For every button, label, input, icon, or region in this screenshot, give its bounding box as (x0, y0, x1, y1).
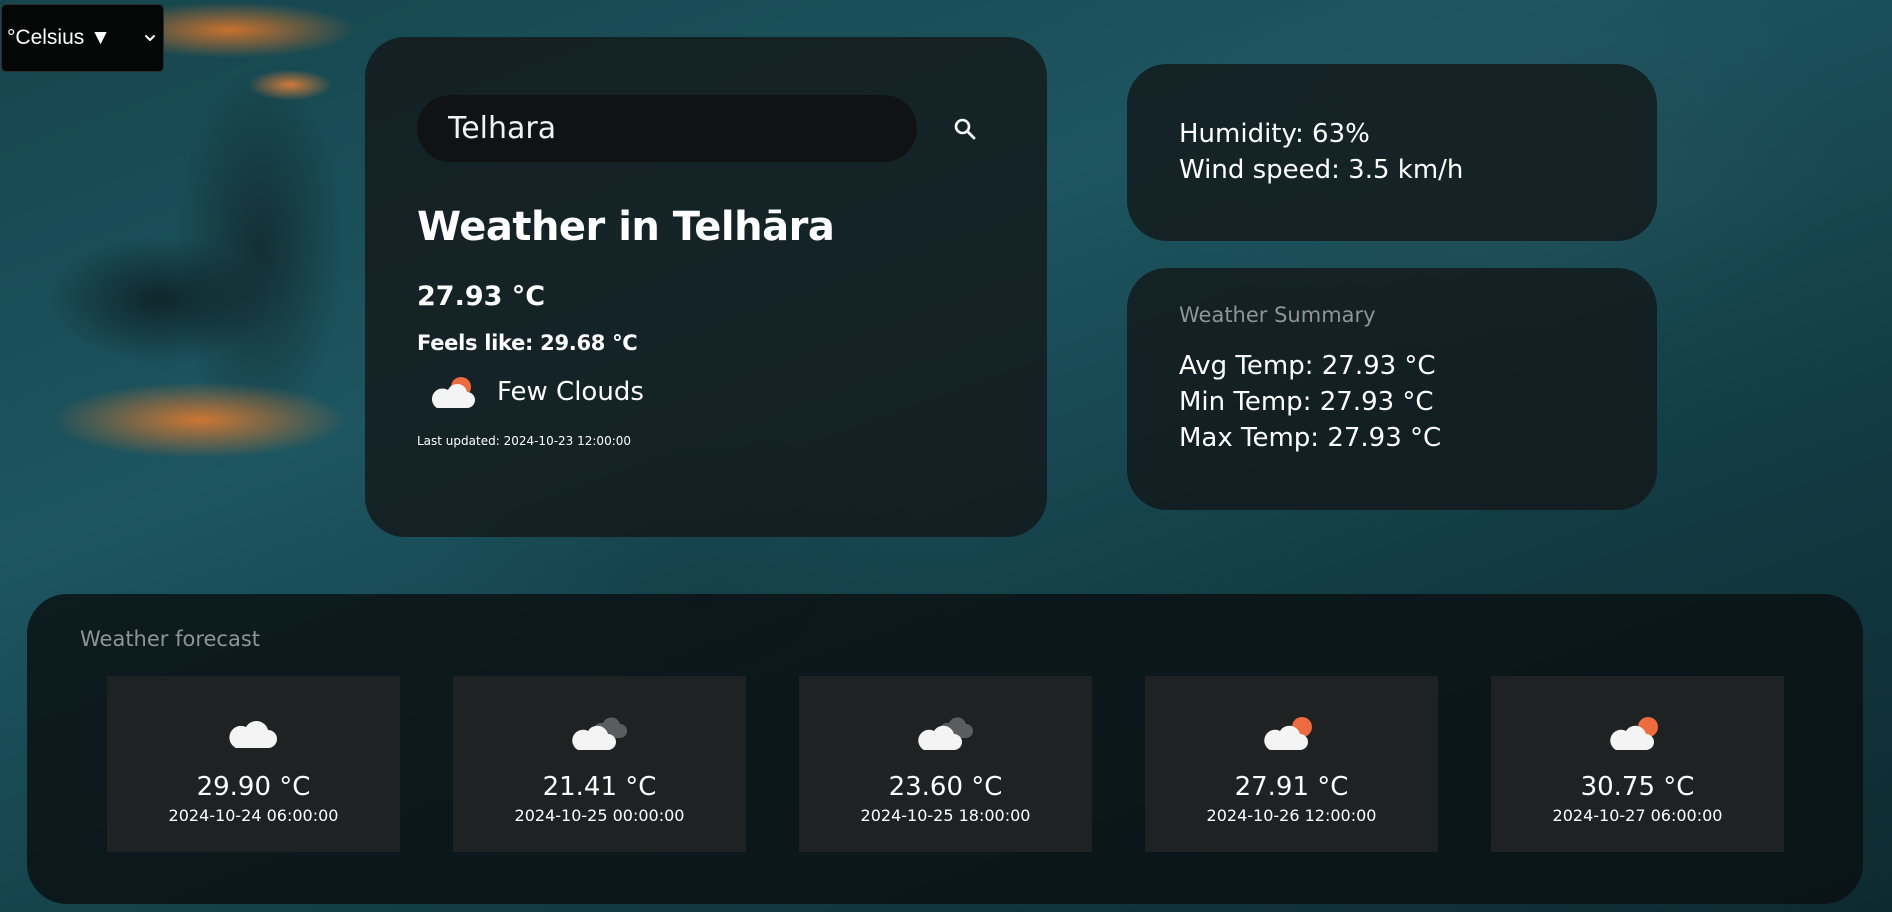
forecast-date: 2024-10-24 06:00:00 (168, 806, 339, 825)
city-search-input[interactable] (417, 95, 917, 162)
forecast-item: 21.41 °C 2024-10-25 00:00:00 (453, 676, 746, 852)
forecast-list: 29.90 °C 2024-10-24 06:00:00 21.41 °C 20… (107, 676, 1784, 852)
broken-clouds-icon (917, 717, 973, 750)
partly-cloudy-day-icon (1609, 717, 1658, 750)
forecast-temp: 29.90 °C (196, 772, 311, 802)
forecast-temp: 21.41 °C (542, 772, 657, 802)
forecast-heading: Weather forecast (80, 627, 261, 651)
weather-summary-card: Weather Summary Avg Temp: 27.93 °C Min T… (1127, 268, 1657, 510)
current-weather-card: Weather in Telhāra 27.93 °C Feels like: … (365, 37, 1047, 537)
condition-text: Few Clouds (497, 377, 644, 407)
forecast-temp: 30.75 °C (1580, 772, 1695, 802)
forecast-date: 2024-10-25 00:00:00 (514, 806, 685, 825)
forecast-temp: 27.91 °C (1234, 772, 1349, 802)
conditions-card: Humidity: 63% Wind speed: 3.5 km/h (1127, 64, 1657, 241)
feels-like: Feels like: 29.68 °C (417, 331, 638, 355)
summary-heading: Weather Summary (1179, 303, 1376, 327)
humidity-text: Humidity: 63% (1179, 119, 1370, 149)
current-temperature: 27.93 °C (417, 281, 546, 312)
forecast-date: 2024-10-27 06:00:00 (1552, 806, 1723, 825)
forecast-item: 23.60 °C 2024-10-25 18:00:00 (799, 676, 1092, 852)
condition-row: Few Clouds (417, 370, 995, 414)
forecast-item: 29.90 °C 2024-10-24 06:00:00 (107, 676, 400, 852)
unit-select-value: °Celsius ▼ (7, 26, 111, 49)
forecast-temp: 23.60 °C (888, 772, 1003, 802)
city-title: Weather in Telhāra (417, 204, 835, 250)
partly-cloudy-day-icon (431, 377, 475, 408)
last-updated: Last updated: 2024-10-23 12:00:00 (417, 434, 632, 448)
avg-temp-text: Avg Temp: 27.93 °C (1179, 351, 1436, 381)
wind-speed-text: Wind speed: 3.5 km/h (1179, 155, 1464, 185)
max-temp-text: Max Temp: 27.93 °C (1179, 423, 1442, 453)
min-temp-text: Min Temp: 27.93 °C (1179, 387, 1434, 417)
forecast-item: 27.91 °C 2024-10-26 12:00:00 (1145, 676, 1438, 852)
forecast-card: Weather forecast 29.90 °C 2024-10-24 06:… (27, 594, 1863, 904)
unit-select[interactable]: °Celsius ▼ (1, 4, 164, 72)
search-icon (954, 118, 976, 139)
search-button[interactable] (942, 106, 988, 152)
cloud-icon (228, 721, 277, 748)
chevron-down-icon (145, 35, 155, 41)
partly-cloudy-day-icon (1263, 717, 1312, 750)
forecast-date: 2024-10-25 18:00:00 (860, 806, 1031, 825)
forecast-date: 2024-10-26 12:00:00 (1206, 806, 1377, 825)
search-bar (417, 95, 995, 162)
broken-clouds-icon (571, 717, 627, 750)
forecast-item: 30.75 °C 2024-10-27 06:00:00 (1491, 676, 1784, 852)
